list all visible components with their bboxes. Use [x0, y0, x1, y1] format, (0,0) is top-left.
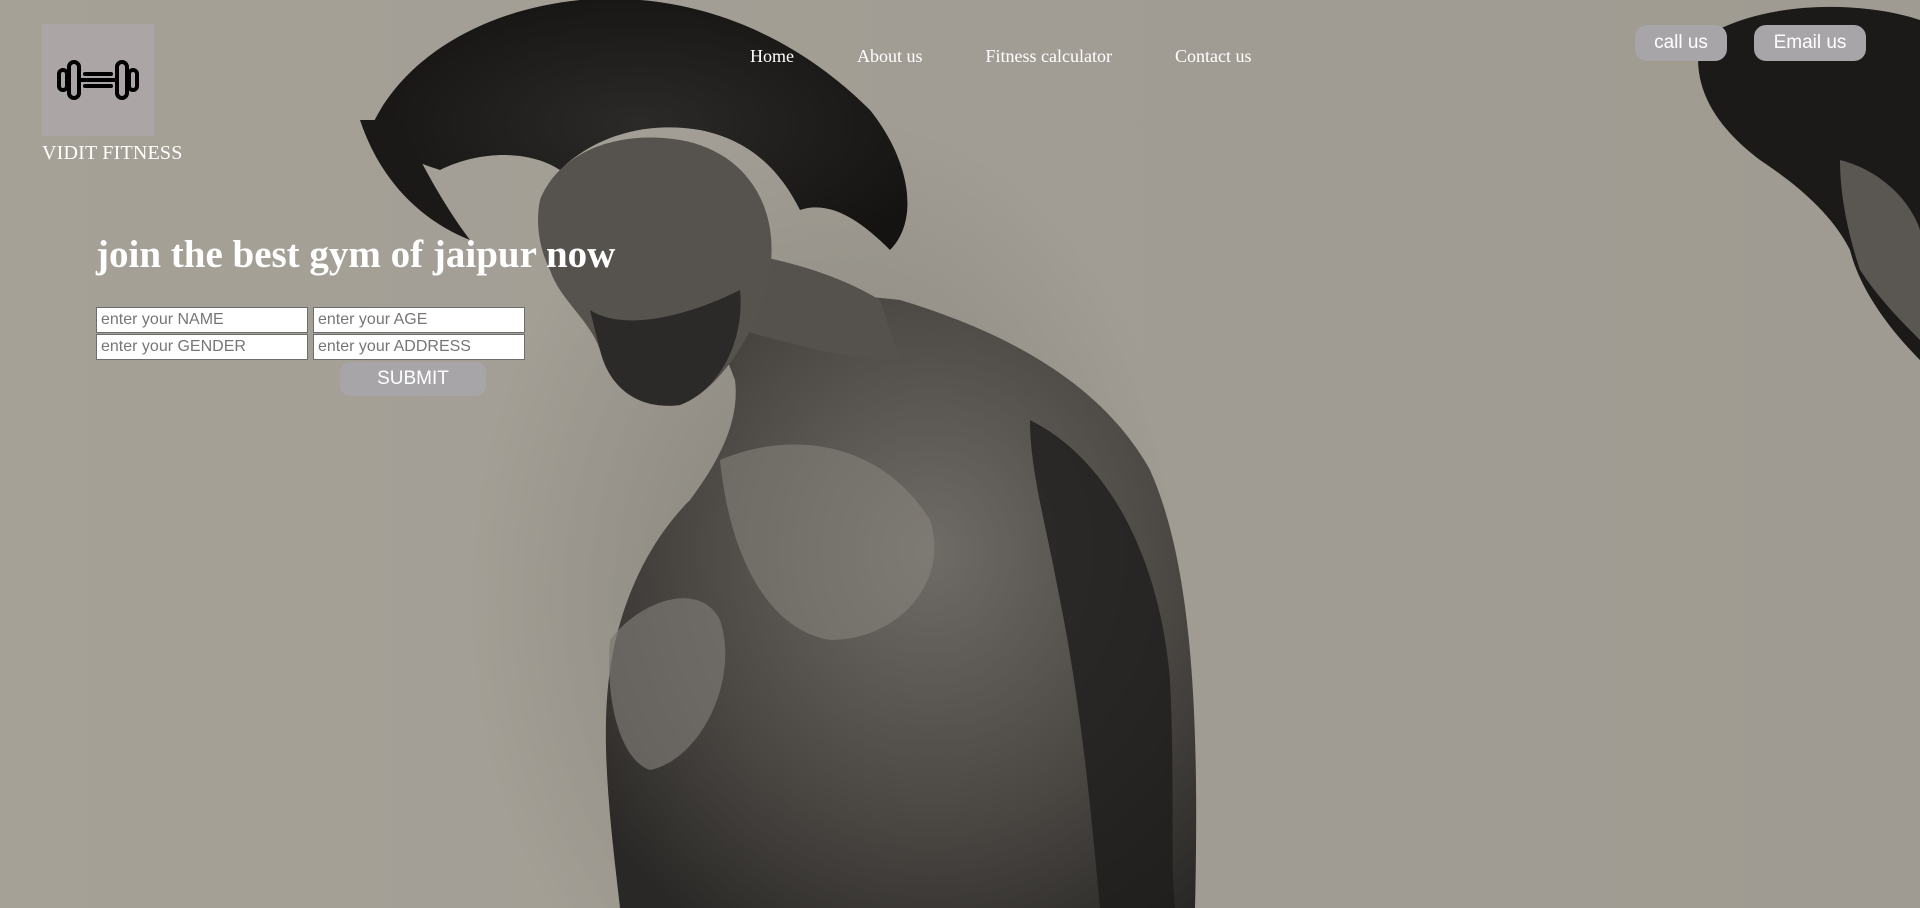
logo[interactable] — [42, 24, 154, 136]
nav-fitness-calculator[interactable]: Fitness calculator — [986, 46, 1112, 67]
dumbbell-icon — [57, 60, 139, 100]
nav-contact-us[interactable]: Contact us — [1175, 46, 1252, 67]
name-input[interactable] — [96, 307, 308, 333]
nav-about-us[interactable]: About us — [857, 46, 923, 67]
hero-headline: join the best gym of jaipur now — [96, 233, 616, 276]
age-input[interactable] — [313, 307, 525, 333]
hero-background-image — [0, 0, 1920, 908]
main-nav: Home About us Fitness calculator Contact… — [750, 46, 1314, 67]
address-input[interactable] — [313, 334, 525, 360]
call-us-button[interactable]: call us — [1635, 25, 1727, 61]
gender-input[interactable] — [96, 334, 308, 360]
brand-name: VIDIT FITNESS — [42, 142, 183, 164]
submit-button[interactable]: SUBMIT — [340, 362, 486, 396]
nav-home[interactable]: Home — [750, 46, 794, 67]
email-us-button[interactable]: Email us — [1754, 25, 1866, 61]
